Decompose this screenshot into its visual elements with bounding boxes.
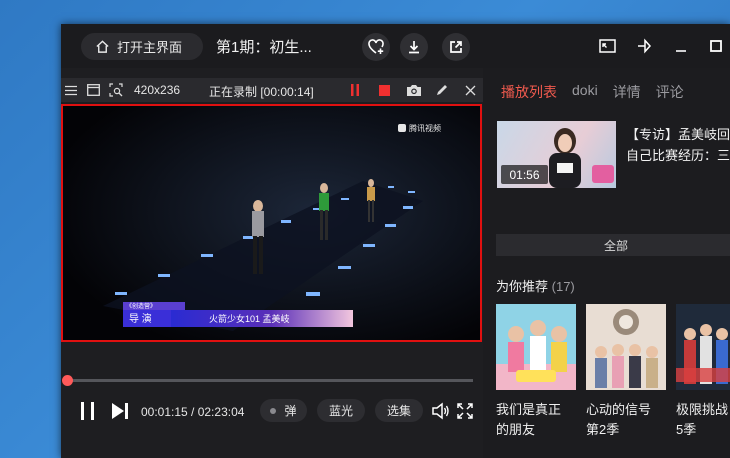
picture-in-picture-icon — [598, 38, 616, 53]
recommend-thumbnail — [676, 304, 730, 390]
download-icon — [409, 41, 419, 54]
recorder-region-button[interactable] — [108, 82, 124, 98]
pause-button[interactable] — [79, 401, 97, 421]
caption-show-name: 《创造营》 — [126, 302, 156, 310]
danmu-label: 弹 — [284, 404, 297, 418]
mini-mode-button[interactable] — [597, 36, 617, 56]
recommend-card[interactable]: 心动的信号 第2季 — [586, 304, 666, 440]
annotate-button[interactable] — [434, 82, 450, 98]
share-button[interactable] — [442, 33, 470, 61]
recommend-title: 为你推荐 — [496, 279, 549, 294]
recommend-card[interactable]: 我们是真正 的朋友 — [496, 304, 576, 440]
recorder-menu-button[interactable] — [63, 82, 79, 98]
pencil-icon — [437, 85, 447, 95]
minimize-button[interactable] — [671, 36, 691, 56]
recommend-card-title: 极限挑战 5季 — [676, 402, 729, 437]
recommend-card-title: 我们是真正 的朋友 — [496, 402, 562, 437]
recommend-thumbnail — [496, 304, 576, 390]
title-bar: 打开主界面 第1期：初生... — [61, 24, 730, 68]
recommend-thumbnail — [586, 304, 666, 390]
stop-icon — [378, 84, 390, 96]
download-button[interactable] — [400, 33, 428, 61]
pause-icon — [81, 402, 94, 420]
recording-stop-button[interactable] — [376, 82, 392, 98]
video-frame[interactable]: 腾讯视频 《创造营》 导 演 火箭少女101 孟美岐 — [61, 104, 482, 342]
volume-button[interactable] — [432, 402, 450, 420]
playback-controls: 00:01:15 / 02:23:04 弹 蓝光 选集 — [61, 394, 483, 428]
featured-duration: 01:56 — [501, 165, 548, 184]
maximize-icon — [710, 40, 722, 52]
camera-icon — [407, 84, 421, 96]
quality-button[interactable]: 蓝光 — [317, 399, 365, 422]
episodes-button[interactable]: 选集 — [375, 399, 423, 422]
progress-handle[interactable] — [61, 375, 73, 386]
tab-playlist[interactable]: 播放列表 — [501, 82, 557, 102]
recorder-close-button[interactable] — [462, 82, 478, 98]
home-icon — [96, 40, 109, 53]
quality-label: 蓝光 — [328, 404, 353, 418]
heart-plus-icon — [368, 39, 384, 54]
recommend-heading: 为你推荐 (17) — [496, 276, 575, 295]
episode-title: 第1期：初生... — [216, 39, 312, 56]
share-icon — [450, 41, 462, 53]
maximize-button[interactable] — [706, 36, 726, 56]
featured-title-line1: 【专访】孟美岐回 — [626, 127, 730, 142]
tab-details[interactable]: 详情 — [613, 82, 641, 102]
playback-time: 00:01:15 / 02:23:04 — [141, 405, 245, 419]
sidebar-tabs: 播放列表 doki 详情 评论 — [501, 82, 699, 102]
recommend-card-title: 心动的信号 第2季 — [586, 402, 652, 437]
favorite-button[interactable] — [362, 33, 390, 61]
pin-icon — [638, 38, 652, 54]
video-watermark: 腾讯视频 — [409, 123, 441, 133]
all-episodes-button[interactable]: 全部 — [496, 234, 730, 256]
next-episode-button[interactable] — [111, 402, 129, 420]
fullscreen-button[interactable] — [457, 403, 473, 419]
minimize-icon — [676, 50, 686, 52]
pin-button[interactable] — [634, 36, 654, 56]
skip-next-icon — [112, 403, 128, 419]
menu-icon — [65, 85, 77, 95]
home-button-label: 打开主界面 — [117, 40, 183, 55]
window-icon — [86, 84, 100, 96]
recorder-toolbar: 420x236 正在录制 [00:00:14] — [61, 78, 483, 102]
featured-video-thumbnail[interactable]: 01:56 — [497, 121, 616, 188]
caption-name: 火箭少女101 孟美岐 — [209, 313, 290, 324]
caption-role: 导 演 — [129, 312, 152, 325]
player-window: 打开主界面 第1期：初生... 420x236 正在录制 [00:00:14] … — [61, 24, 730, 458]
featured-video-title[interactable]: 【专访】孟美岐回 自己比赛经历：三 — [626, 124, 730, 166]
episodes-label: 选集 — [386, 404, 411, 418]
progress-bar[interactable] — [61, 375, 473, 386]
volume-icon — [432, 402, 449, 420]
recommend-card[interactable]: 极限挑战 5季 — [676, 304, 730, 440]
all-episodes-label: 全部 — [603, 238, 628, 253]
danmu-dot-icon — [270, 407, 277, 414]
recorder-window-button[interactable] — [85, 82, 101, 98]
recommend-count: (17) — [551, 279, 575, 294]
featured-title-line2: 自己比赛经历：三 — [626, 148, 730, 163]
recording-size: 420x236 — [134, 83, 181, 97]
close-icon — [465, 85, 475, 95]
pause-icon — [351, 84, 359, 96]
video-scene: 腾讯视频 《创造营》 导 演 火箭少女101 孟美岐 — [63, 106, 480, 340]
fullscreen-icon — [457, 403, 473, 419]
region-select-icon — [109, 83, 123, 97]
recording-pause-button[interactable] — [347, 82, 363, 98]
open-main-window-button[interactable]: 打开主界面 — [81, 33, 203, 60]
playlist-sidebar: 播放列表 doki 详情 评论 01:56 【专访】孟美岐回 自己比赛经历：三 … — [483, 68, 730, 458]
tab-doki[interactable]: doki — [572, 82, 598, 102]
recording-status: 正在录制 [00:00:14] — [209, 85, 314, 99]
screenshot-button[interactable] — [406, 82, 422, 98]
tab-comments[interactable]: 评论 — [656, 82, 684, 102]
danmu-toggle[interactable]: 弹 — [260, 399, 307, 422]
